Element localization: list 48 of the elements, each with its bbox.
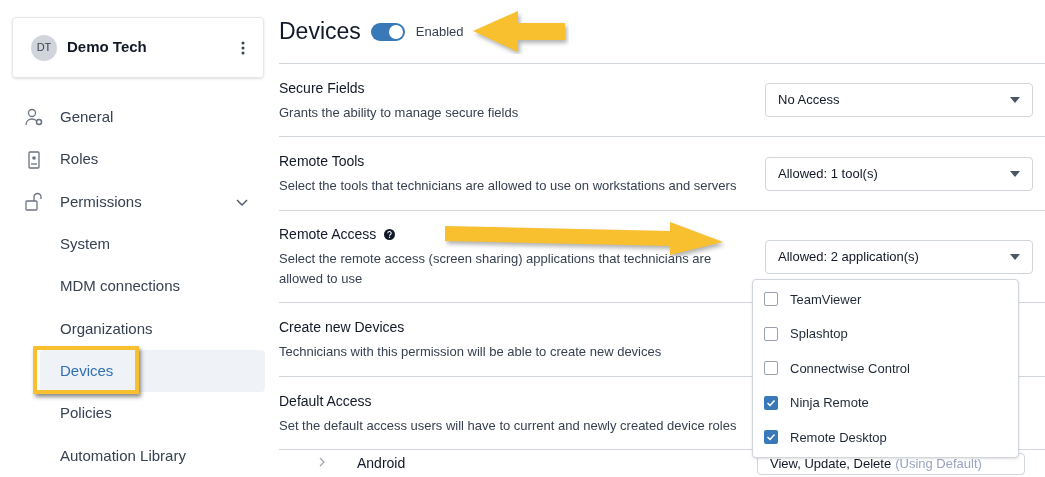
role-name: Android [357, 454, 407, 473]
nav-item[interactable]: MDM connections [60, 275, 249, 298]
nav-item[interactable]: Roles [60, 148, 249, 171]
option-label[interactable]: Connectwise Control [790, 358, 910, 378]
check-icon [766, 432, 776, 443]
more-icon[interactable] [241, 40, 245, 55]
select-dropdown[interactable]: Allowed: 2 application(s) [765, 239, 1033, 274]
checkbox[interactable] [764, 326, 778, 341]
avatar: DT [31, 34, 57, 61]
account-card[interactable]: DT Demo Tech [12, 17, 264, 79]
section-title: Create new Devices [279, 318, 405, 337]
caret-icon [1010, 170, 1020, 177]
check-icon [766, 397, 776, 408]
nav-item[interactable]: Automation Library [60, 444, 249, 468]
nav-item[interactable]: Organizations [60, 317, 249, 341]
account-name: Demo Tech [67, 37, 148, 58]
caret-icon [1010, 253, 1020, 260]
checkbox[interactable] [764, 395, 778, 410]
section-description: Set the default access users will have to current and newly created device roles [279, 416, 738, 435]
section-description: Select the tools that technicians are allowed to use on workstations and servers [279, 177, 738, 195]
checkbox[interactable] [764, 361, 778, 376]
nav-item[interactable]: System [60, 232, 249, 256]
user-gear-icon [24, 107, 44, 128]
caret-icon [1010, 97, 1020, 103]
select-dropdown[interactable]: No Access [765, 83, 1033, 117]
select-dropdown[interactable]: Allowed: 1 tool(s) [765, 156, 1033, 191]
toggle-label: Enabled [415, 22, 464, 41]
page-title: Devices [279, 17, 361, 47]
option-label[interactable]: TeamViewer [790, 289, 862, 309]
nav-item[interactable]: Policies [60, 402, 249, 425]
option-label[interactable]: Splashtop [790, 324, 848, 344]
section-title: Secure Fields [279, 78, 365, 98]
nav-item[interactable]: Permissions [60, 190, 235, 214]
section-title: Remote Access [279, 225, 377, 244]
chevron-right-icon[interactable] [317, 457, 327, 467]
section-title: Remote Tools [279, 152, 365, 171]
section-description: Technicians with this permission will be able to create new devices [279, 343, 663, 361]
section-description: Select the remote access (screen sharing) applications that technicians are allowed to use [279, 250, 713, 288]
section-description: Grants the ability to manage secure fields [279, 103, 520, 122]
checkbox[interactable] [764, 292, 778, 307]
help-icon[interactable] [384, 229, 396, 240]
toggle-switch[interactable] [370, 22, 405, 41]
nav-item[interactable]: General [60, 105, 249, 129]
option-label[interactable]: Ninja Remote [790, 393, 869, 413]
unlocked-padlock-icon [24, 191, 44, 212]
option-label[interactable]: Remote Desktop [790, 427, 887, 447]
section-title: Default Access [279, 391, 372, 411]
checkbox[interactable] [764, 430, 778, 445]
